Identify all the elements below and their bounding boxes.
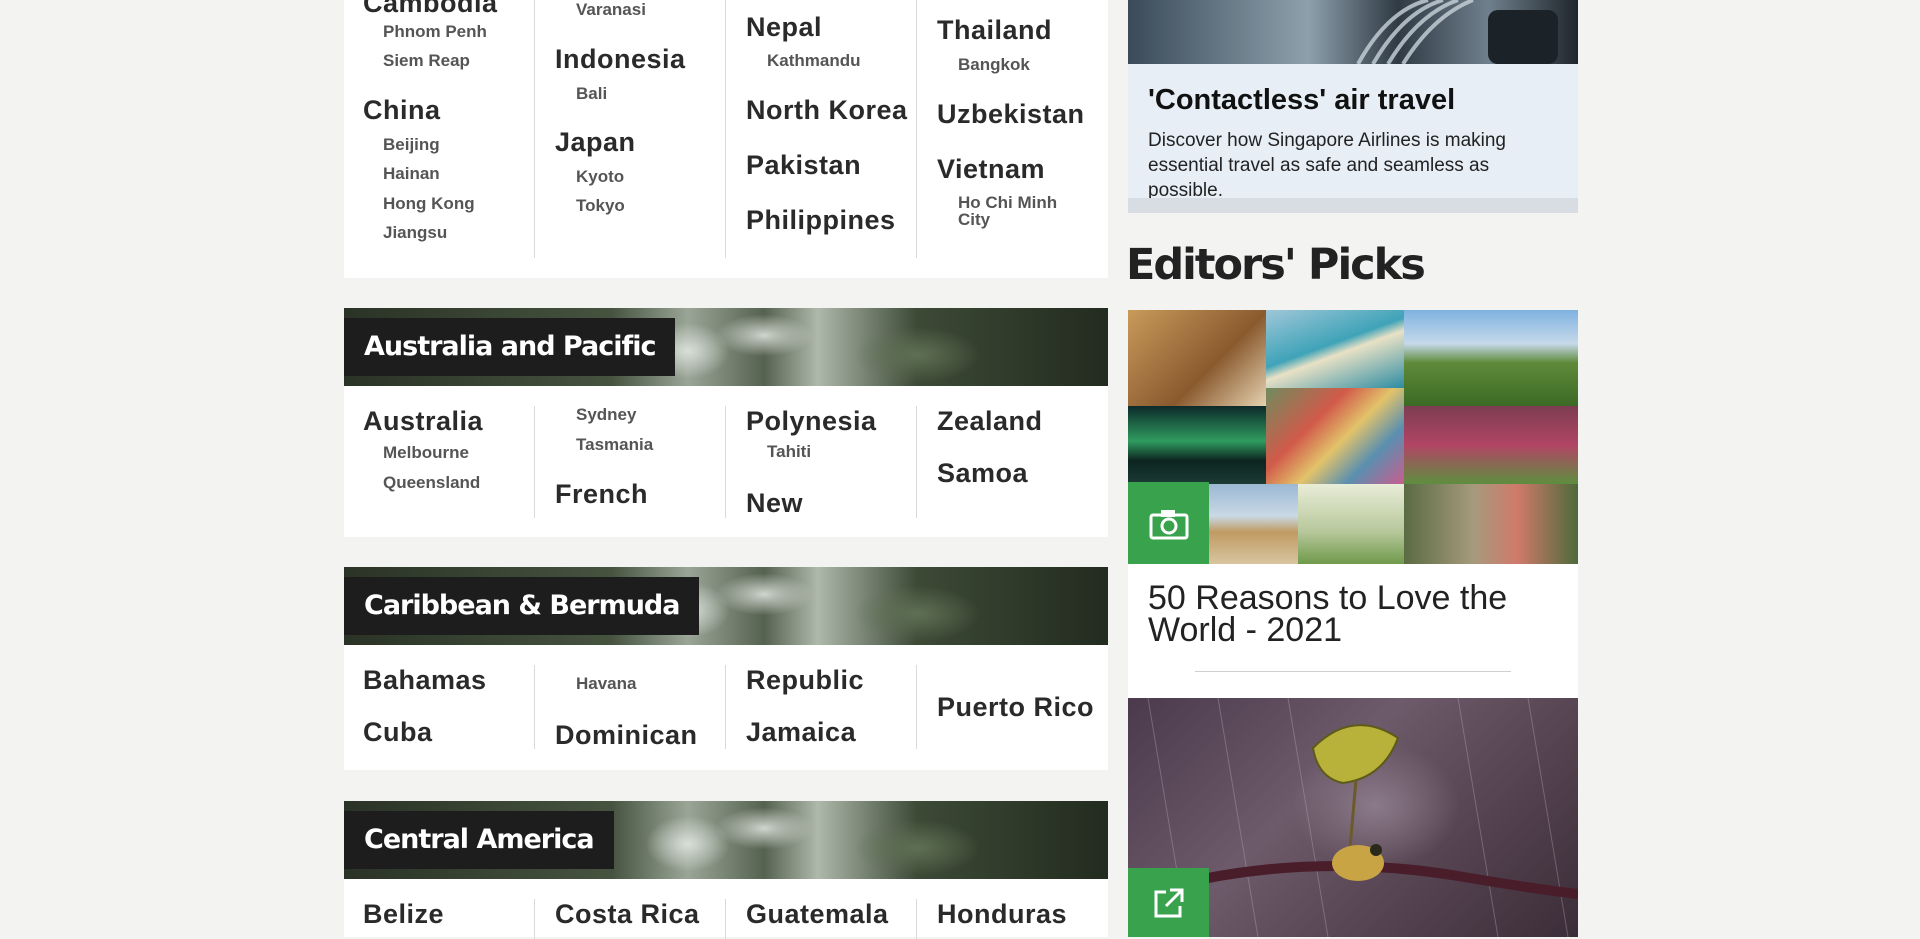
collage-tile-blossom — [1298, 484, 1404, 564]
country-link-belize[interactable]: Belize — [363, 899, 444, 930]
city-link-havana[interactable]: Havana — [576, 675, 636, 692]
country-link-indonesia[interactable]: Indonesia — [555, 44, 686, 75]
editors-pick-frog-card[interactable] — [1128, 698, 1578, 937]
country-link-north-korea[interactable]: North Korea — [746, 95, 908, 126]
asia-column-4: Thailand Bangkok Uzbekistan Vietnam Ho C… — [916, 0, 1107, 258]
asia-column-3: Nepal Kathmandu North Korea Pakistan Phi… — [725, 0, 916, 258]
city-link-tokyo[interactable]: Tokyo — [576, 197, 625, 214]
camera-icon — [1149, 510, 1188, 540]
country-link-french[interactable]: French — [555, 479, 648, 510]
editors-picks-heading: Editors' Picks — [1126, 240, 1426, 290]
country-link-polynesia[interactable]: Polynesia — [746, 406, 877, 437]
country-link-republic[interactable]: Republic — [746, 665, 864, 696]
country-link-cambodia[interactable]: Cambodia — [363, 0, 498, 19]
city-link-hainan[interactable]: Hainan — [383, 165, 440, 182]
collage-tile-noodles — [1128, 310, 1266, 406]
external-link-icon — [1154, 888, 1183, 917]
city-link-phnom-penh[interactable]: Phnom Penh — [383, 23, 487, 40]
country-link-puerto-rico[interactable]: Puerto Rico — [937, 692, 1094, 723]
collage-tile-aurora — [1128, 406, 1266, 484]
collage-tile-mountains — [1404, 310, 1578, 406]
city-link-sydney[interactable]: Sydney — [576, 406, 636, 423]
divider — [1195, 671, 1511, 672]
gallery-collage-image[interactable] — [1128, 310, 1578, 564]
promo-description: Discover how Singapore Airlines is makin… — [1148, 130, 1506, 201]
city-link-ho-chi-minh-city[interactable]: Ho Chi Minh City — [958, 194, 1078, 228]
country-link-china[interactable]: China — [363, 95, 441, 126]
pacific-column-1: Australia Melbourne Queensland — [344, 406, 534, 518]
caribbean-bermuda-banner[interactable]: Caribbean & Bermuda — [344, 567, 1108, 645]
country-link-costa-rica[interactable]: Costa Rica — [555, 899, 700, 930]
australia-pacific-card: Australia Melbourne Queensland Sydney Ta… — [344, 386, 1108, 537]
central-column-3: Guatemala — [725, 899, 916, 939]
central-column-1: Belize — [344, 899, 534, 939]
country-link-cuba[interactable]: Cuba — [363, 717, 433, 748]
city-link-bangkok[interactable]: Bangkok — [958, 56, 1030, 73]
australia-pacific-banner[interactable]: Australia and Pacific — [344, 308, 1108, 386]
pacific-column-2: Sydney Tasmania French — [534, 406, 725, 518]
region-title-caribbean-bermuda[interactable]: Caribbean & Bermuda — [344, 577, 700, 635]
collage-tile-market — [1266, 388, 1404, 484]
caribbean-column-2: Havana Dominican — [534, 665, 725, 751]
country-link-zealand[interactable]: Zealand — [937, 406, 1043, 437]
promo-title[interactable]: 'Contactless' air travel — [1148, 84, 1455, 117]
country-link-samoa[interactable]: Samoa — [937, 458, 1028, 489]
central-america-card: Belize Costa Rica Guatemala Honduras — [344, 879, 1108, 939]
gallery-title[interactable]: 50 Reasons to Love the World - 2021 — [1148, 581, 1568, 647]
country-link-vietnam[interactable]: Vietnam — [937, 154, 1045, 185]
asia-region-card: Cambodia Phnom Penh Siem Reap China Beij… — [344, 0, 1108, 278]
editors-pick-gallery-card[interactable]: 50 Reasons to Love the World - 2021 — [1128, 310, 1578, 698]
gallery-button[interactable] — [1128, 482, 1209, 564]
country-link-bahamas[interactable]: Bahamas — [363, 665, 487, 696]
country-link-philippines[interactable]: Philippines — [746, 205, 896, 236]
city-link-varanasi[interactable]: Varanasi — [576, 1, 646, 18]
caribbean-bermuda-card: Bahamas Cuba Havana Dominican Republic J… — [344, 645, 1108, 770]
caribbean-column-3: Republic Jamaica — [725, 665, 916, 749]
country-link-dominican[interactable]: Dominican — [555, 720, 698, 751]
city-link-beijing[interactable]: Beijing — [383, 136, 440, 153]
collage-tile-beach — [1266, 310, 1404, 388]
city-link-hong-kong[interactable]: Hong Kong — [383, 195, 475, 212]
asia-column-2: Varanasi Indonesia Bali Japan Kyoto Toky… — [534, 0, 725, 258]
city-link-tahiti[interactable]: Tahiti — [767, 443, 811, 460]
external-link-button[interactable] — [1128, 868, 1209, 937]
country-link-japan[interactable]: Japan — [555, 127, 636, 158]
collage-tile-dog-flowers — [1404, 406, 1578, 484]
city-link-siem-reap[interactable]: Siem Reap — [383, 52, 470, 69]
caribbean-column-1: Bahamas Cuba — [344, 665, 534, 749]
country-link-pakistan[interactable]: Pakistan — [746, 150, 861, 181]
city-link-queensland[interactable]: Queensland — [383, 474, 480, 491]
city-link-melbourne[interactable]: Melbourne — [383, 444, 469, 461]
caribbean-column-4: Puerto Rico — [916, 665, 1107, 749]
country-link-nepal[interactable]: Nepal — [746, 12, 822, 43]
contactless-travel-promo[interactable]: 'Contactless' air travel Discover how Si… — [1128, 0, 1578, 213]
region-title-australia-pacific[interactable]: Australia and Pacific — [344, 318, 676, 376]
promo-bottom-strip — [1128, 198, 1578, 213]
country-link-australia[interactable]: Australia — [363, 406, 483, 437]
promo-image-art — [1356, 0, 1558, 64]
country-link-guatemala[interactable]: Guatemala — [746, 899, 889, 930]
promo-image — [1128, 0, 1578, 64]
central-column-4: Honduras — [916, 899, 1107, 939]
collage-tile-tree-hug — [1404, 484, 1578, 564]
city-link-kathmandu[interactable]: Kathmandu — [767, 52, 861, 69]
country-link-honduras[interactable]: Honduras — [937, 899, 1067, 930]
central-column-2: Costa Rica — [534, 899, 725, 939]
city-link-kyoto[interactable]: Kyoto — [576, 168, 624, 185]
city-link-tasmania[interactable]: Tasmania — [576, 436, 653, 453]
city-link-bali[interactable]: Bali — [576, 85, 607, 102]
city-link-jiangsu[interactable]: Jiangsu — [383, 224, 447, 241]
country-link-thailand[interactable]: Thailand — [937, 15, 1052, 46]
country-link-new[interactable]: New — [746, 488, 803, 519]
central-america-banner[interactable]: Central America — [344, 801, 1108, 879]
asia-column-1: Cambodia Phnom Penh Siem Reap China Beij… — [344, 0, 534, 258]
country-link-jamaica[interactable]: Jamaica — [746, 717, 856, 748]
pacific-column-3: Polynesia Tahiti New — [725, 406, 916, 518]
pacific-column-4: Zealand Samoa — [916, 406, 1107, 518]
country-link-uzbekistan[interactable]: Uzbekistan — [937, 99, 1085, 130]
region-title-central-america[interactable]: Central America — [344, 811, 614, 869]
